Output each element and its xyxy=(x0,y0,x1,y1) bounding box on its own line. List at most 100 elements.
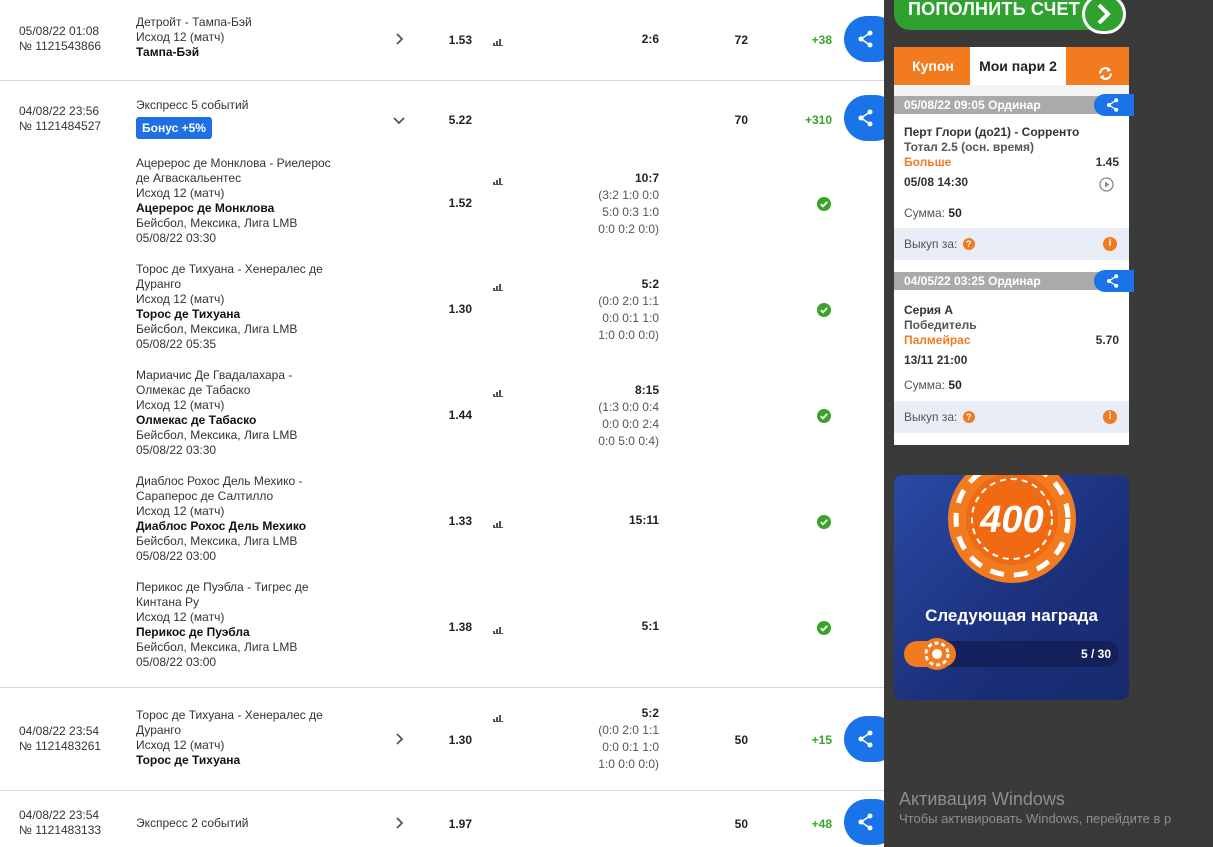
slip-date: 13/11 21:00 xyxy=(904,353,968,367)
slip-sum-label: Сумма: xyxy=(904,378,946,392)
event-info: Ацерерос де Монклова - Риелерос де Агвас… xyxy=(136,156,366,246)
check-circle-icon xyxy=(817,621,831,635)
stats-bars-icon[interactable] xyxy=(493,517,503,528)
score-main: 10:7 xyxy=(634,171,659,185)
stats-bars-icon[interactable] xyxy=(493,280,503,291)
reward-card[interactable]: 400 Следующая награда 5 / 30 xyxy=(894,475,1129,700)
bet-coefficient: 5.22 xyxy=(448,113,472,127)
stats-bars-icon[interactable] xyxy=(493,711,503,722)
slip-buyout: Выкуп за: ? i xyxy=(894,228,1129,260)
arrow-right-icon[interactable] xyxy=(1082,0,1126,34)
bet-datetime: 04/08/22 23:56 xyxy=(19,104,100,118)
chevron-right-icon[interactable] xyxy=(392,816,406,830)
bet-score: 5:2 (0:0 2:0 1:1 0:0 0:1 1:0 1:0 0:0 0:0… xyxy=(560,705,659,773)
bet-row-3[interactable]: 04/08/22 23:54 № 1121483261 Торос де Тих… xyxy=(0,688,884,789)
bet-slip-2[interactable]: 04/05/22 03:25 Ординар Серия А Победител… xyxy=(894,270,1134,445)
event-title-line2: Кинтана Ру xyxy=(136,595,199,609)
bet-market: Исход 12 (матч) xyxy=(136,30,225,44)
score-periods-1: (1:3 0:0 0:4 xyxy=(598,400,659,414)
tab-my-bets[interactable]: Мои пари 2 xyxy=(970,47,1066,85)
chevron-down-icon[interactable] xyxy=(392,113,406,127)
stats-bars-icon[interactable] xyxy=(493,623,503,634)
score-periods-1: (0:0 2:0 1:1 xyxy=(598,723,659,737)
event-date: 05/08/22 03:30 xyxy=(136,231,217,245)
score-periods-2: 0:0 0:1 1:0 xyxy=(602,311,659,325)
share-button[interactable] xyxy=(1094,94,1134,116)
event-title-line1: Торос де Тихуана - Хенералес де xyxy=(136,262,323,276)
express-event-3: Мариачис Де Гвадалахара - Олмекас де Таб… xyxy=(0,368,884,474)
share-button[interactable] xyxy=(844,95,884,141)
slip-date: 05/08 14:30 xyxy=(904,175,969,189)
check-circle-icon xyxy=(817,197,831,211)
slip-event: Серия А xyxy=(904,303,954,317)
score-periods-2: 0:0 0:0 2:4 xyxy=(602,417,659,431)
bet-stake: 50 xyxy=(734,817,748,831)
tab-coupon[interactable]: Купон xyxy=(894,47,972,85)
slip-sum-label: Сумма: xyxy=(904,206,946,220)
slip-odds: 5.70 xyxy=(1095,333,1119,347)
express-event-4: Диаблос Рохос Дель Мехико - Сараперос де… xyxy=(0,474,884,580)
stats-bars-icon[interactable] xyxy=(493,174,503,185)
bet-datetime: 04/08/22 23:54 xyxy=(19,724,100,738)
refresh-icon[interactable] xyxy=(1097,58,1114,80)
coupon-tabs: Купон Мои пари 2 xyxy=(894,47,1129,85)
bet-event-title: Экспресс 5 событий xyxy=(136,98,249,112)
bet-datetime-block: 04/08/22 23:54 № 1121483133 xyxy=(19,808,101,838)
score-main: 8:15 xyxy=(634,383,659,397)
event-title-line1: Мариачис Де Гвадалахара - xyxy=(136,368,293,382)
share-button[interactable] xyxy=(844,716,884,762)
bet-win: +15 xyxy=(811,733,832,747)
reward-progress: 5 / 30 xyxy=(904,638,1119,670)
play-circle-icon[interactable] xyxy=(1099,177,1114,192)
share-button[interactable] xyxy=(844,16,884,62)
stats-bars-icon[interactable] xyxy=(493,35,503,46)
slip-buyout-label: Выкуп за: xyxy=(904,237,958,251)
bet-row-2[interactable]: 04/08/22 23:56 № 1121484527 Экспресс 5 с… xyxy=(0,81,884,687)
info-icon[interactable]: i xyxy=(1103,410,1117,424)
event-score: 15:11 xyxy=(560,512,659,529)
bet-win: +48 xyxy=(811,817,832,831)
share-icon xyxy=(1107,274,1119,288)
slip-buyout-label: Выкуп за: xyxy=(904,410,958,424)
slip-sum: Сумма: 50 xyxy=(904,378,962,392)
question-icon[interactable]: ? xyxy=(962,238,975,250)
bet-coefficient: 1.53 xyxy=(448,33,472,47)
chip-value: 400 xyxy=(979,499,1043,541)
score-main: 15:11 xyxy=(628,513,659,527)
info-icon[interactable]: i xyxy=(1103,237,1117,251)
bet-row-4[interactable]: 04/08/22 23:54 № 1121483133 Экспресс 2 с… xyxy=(0,791,884,847)
event-selection: Диаблос Рохос Дель Мехико xyxy=(136,519,307,533)
event-score: 5:2 (0:0 2:0 1:1 0:0 0:1 1:0 1:0 0:0 0:0… xyxy=(560,276,659,344)
score-main: 5:2 xyxy=(641,277,659,291)
bet-datetime-block: 04/08/22 23:54 № 1121483261 xyxy=(19,724,101,754)
bet-number: № 1121543866 xyxy=(19,39,102,53)
event-league: Бейсбол, Мексика, Лига LMB xyxy=(136,322,298,336)
bet-stake: 70 xyxy=(734,113,748,127)
score-main: 5:1 xyxy=(641,619,659,633)
event-league: Бейсбол, Мексика, Лига LMB xyxy=(136,534,298,548)
event-market: Исход 12 (матч) xyxy=(136,398,225,412)
event-title-line2: Олмекас де Табаско xyxy=(136,383,251,397)
bet-row-1[interactable]: 05/08/22 01:08 № 1121543866 Детройт - Та… xyxy=(0,0,884,80)
slip-event: Перт Глори (до21) - Сорренто xyxy=(904,125,1080,139)
score-periods-3: 1:0 0:0 0:0) xyxy=(598,757,659,771)
share-button[interactable] xyxy=(1094,270,1134,292)
right-sidebar: ПОПОЛНИТЬ СЧЕТ Купон Мои пари 2 05/08/22… xyxy=(884,0,1213,847)
express-event-2: Торос де Тихуана - Хенералес де Дуранго … xyxy=(0,262,884,368)
score-main: 2:6 xyxy=(641,32,659,46)
score-periods-2: 0:0 0:1 1:0 xyxy=(602,740,659,754)
slip-sum-value: 50 xyxy=(948,206,962,220)
chevron-right-icon[interactable] xyxy=(392,32,406,46)
event-league: Бейсбол, Мексика, Лига LMB xyxy=(136,640,298,654)
share-button[interactable] xyxy=(844,799,884,845)
bet-slip-1[interactable]: 05/08/22 09:05 Ординар Перт Глори (до21)… xyxy=(894,94,1134,272)
bet-stake: 50 xyxy=(734,733,748,747)
share-icon xyxy=(858,30,873,48)
stats-bars-icon[interactable] xyxy=(493,386,503,397)
event-info: Диаблос Рохос Дель Мехико - Сараперос де… xyxy=(136,474,366,564)
question-icon[interactable]: ? xyxy=(962,411,975,423)
chevron-right-icon[interactable] xyxy=(392,732,406,746)
event-score: 8:15 (1:3 0:0 0:4 0:0 0:0 2:4 0:0 5:0 0:… xyxy=(560,382,659,450)
event-league: Бейсбол, Мексика, Лига LMB xyxy=(136,216,298,230)
event-coefficient: 1.52 xyxy=(448,196,472,210)
